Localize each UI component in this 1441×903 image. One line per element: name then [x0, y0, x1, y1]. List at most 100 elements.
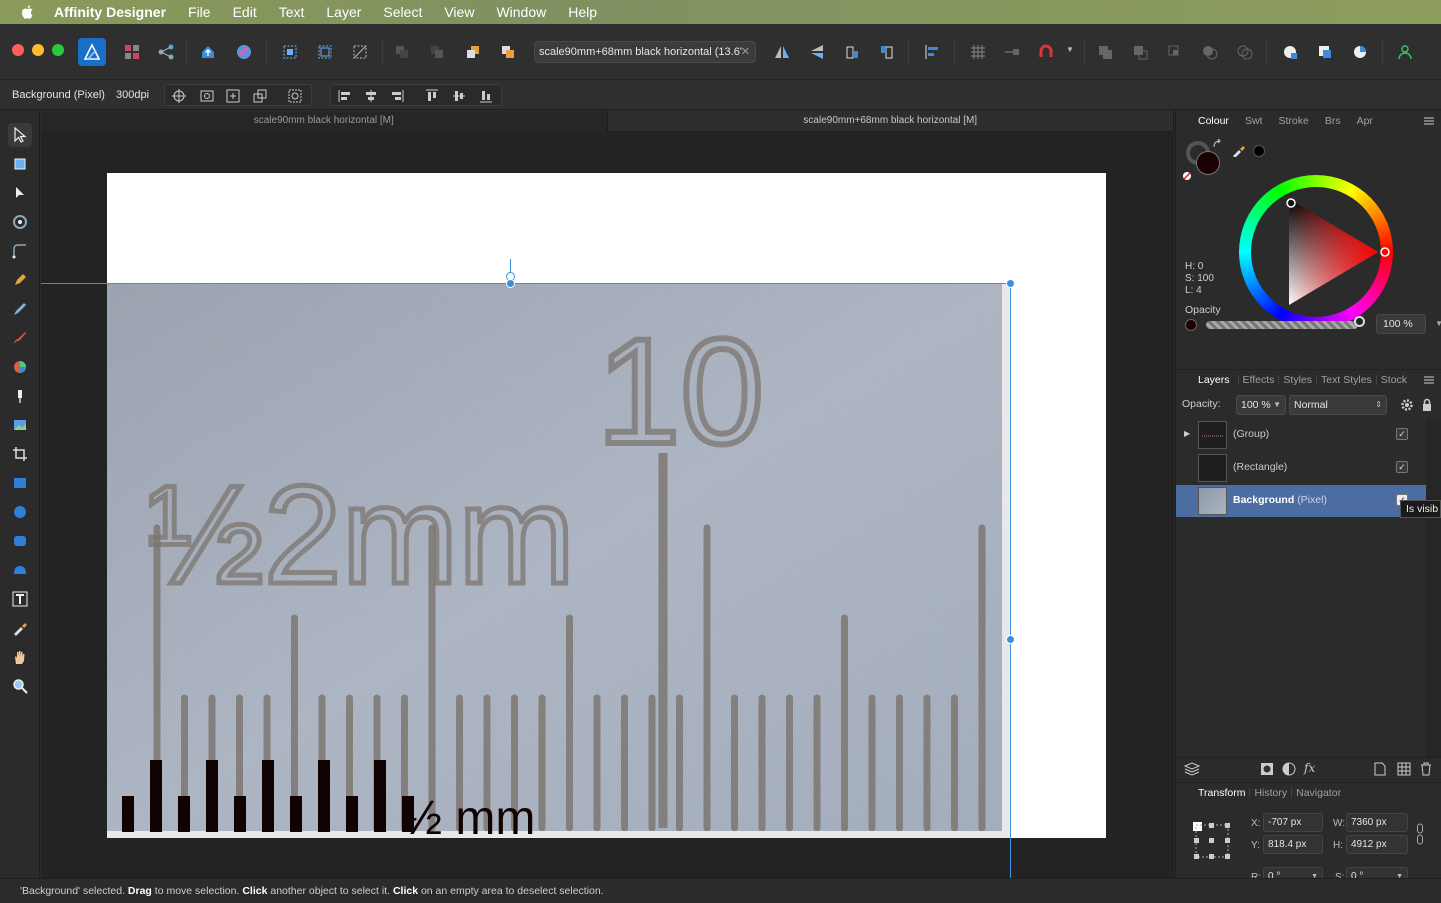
tab-effects[interactable]: Effects [1239, 374, 1279, 386]
tab-navigator[interactable]: Navigator [1292, 787, 1345, 799]
chevron-down-icon[interactable]: ▼ [1435, 315, 1441, 333]
show-bbox-icon[interactable] [199, 88, 215, 104]
align-bottom-icon[interactable] [478, 88, 494, 104]
snapping-toggle-icon[interactable] [966, 40, 990, 64]
y-field[interactable]: 818.4 px [1263, 835, 1323, 854]
fx-icon[interactable]: fx [1304, 761, 1315, 775]
boolean-intersect-icon[interactable] [1163, 40, 1187, 64]
move-front-icon[interactable] [496, 40, 520, 64]
opacity-slider-knob[interactable] [1354, 316, 1365, 327]
designer-persona-icon[interactable] [78, 38, 106, 66]
colour-triangle[interactable] [1239, 175, 1393, 329]
boolean-subtract-icon[interactable] [1128, 40, 1152, 64]
document-selector[interactable]: scale90mm+68mm black horizontal (13.6' ✕ [534, 41, 756, 63]
tab-transform[interactable]: Transform [1190, 787, 1249, 799]
boolean-xor-icon[interactable] [1198, 40, 1222, 64]
align-top-icon[interactable] [424, 88, 440, 104]
flip-horizontal-icon[interactable] [770, 40, 794, 64]
shape-tools-icon[interactable] [8, 558, 32, 582]
panel-menu-icon[interactable] [1424, 117, 1434, 125]
tab-brushes[interactable]: Brs [1317, 115, 1349, 127]
link-icon[interactable] [1416, 823, 1424, 845]
tab-document-1[interactable]: scale90mm black horizontal [M] [41, 111, 608, 131]
move-backward-icon[interactable] [425, 40, 449, 64]
insert-top-icon[interactable] [1348, 40, 1372, 64]
rotate-right-icon[interactable] [875, 40, 899, 64]
background-pixel-layer[interactable]: ½2mm 10 ½ mm [107, 283, 1010, 838]
insert-inside-icon[interactable] [1313, 40, 1337, 64]
menu-help[interactable]: Help [557, 4, 608, 20]
layer-visibility-checkbox[interactable]: ✓ [1396, 428, 1408, 440]
crosshair-icon[interactable] [171, 88, 187, 104]
pen-tool-icon[interactable] [8, 268, 32, 292]
color-picker-tool-icon[interactable] [8, 616, 32, 640]
opacity-slider[interactable] [1206, 321, 1358, 329]
panel-menu-icon[interactable] [1424, 376, 1434, 384]
tab-document-2[interactable]: scale90mm+68mm black horizontal [M] [607, 111, 1174, 131]
crop-tool-icon[interactable] [8, 442, 32, 466]
add-layer-icon[interactable] [1374, 762, 1386, 776]
h-field[interactable]: 4912 px [1346, 835, 1408, 854]
user-account-icon[interactable] [1393, 40, 1417, 64]
share-icon[interactable] [196, 40, 220, 64]
eyedropper-icon[interactable] [1232, 143, 1246, 157]
apple-icon[interactable] [20, 4, 36, 20]
menu-view[interactable]: View [433, 4, 485, 20]
point-transform-tool-icon[interactable] [8, 210, 32, 234]
opacity-field[interactable]: 100 % ▼ [1376, 314, 1441, 334]
vector-brush-tool-icon[interactable] [8, 326, 32, 350]
corner-tool-icon[interactable] [8, 239, 32, 263]
fit-icon[interactable] [287, 88, 303, 104]
transparency-tool-icon[interactable] [8, 384, 32, 408]
menu-app-name[interactable]: Affinity Designer [50, 4, 177, 20]
fill-tool-icon[interactable] [8, 355, 32, 379]
snapping-dropdown-icon[interactable]: ▼ [1066, 45, 1074, 54]
menu-edit[interactable]: Edit [222, 4, 268, 20]
rectangle-tool-icon[interactable] [8, 471, 32, 495]
blend-mode-select[interactable]: Normal ⇕ [1289, 395, 1387, 415]
x-field[interactable]: -707 px [1263, 813, 1323, 832]
align-left-icon[interactable] [337, 88, 353, 104]
menu-layer[interactable]: Layer [315, 4, 372, 20]
pencil-tool-icon[interactable] [8, 297, 32, 321]
close-document-icon[interactable]: ✕ [741, 42, 750, 62]
artboard-tool-icon[interactable] [8, 152, 32, 176]
layer-row-background[interactable]: Background (Pixel) ✓ [1176, 485, 1426, 517]
lock-icon[interactable] [1421, 398, 1433, 412]
layers-stack-icon[interactable] [1184, 762, 1200, 776]
resize-icon[interactable] [252, 88, 268, 104]
insert-behind-icon[interactable] [1278, 40, 1302, 64]
layer-row-group[interactable]: ▶ (Group) ✓ [1176, 419, 1426, 451]
snapping-grid-icon[interactable] [278, 40, 302, 64]
tab-stroke[interactable]: Stroke [1270, 115, 1316, 127]
expand-arrow-icon[interactable]: ▶ [1184, 429, 1190, 438]
mask-icon[interactable] [1260, 762, 1274, 776]
align-middle-icon[interactable] [451, 88, 467, 104]
boolean-add-icon[interactable] [1093, 40, 1117, 64]
layer-row-rectangle[interactable]: (Rectangle) ✓ [1176, 452, 1426, 484]
chevron-down-icon[interactable]: ▼ [1273, 396, 1281, 414]
tab-swatches[interactable]: Swt [1237, 115, 1271, 127]
export-persona-icon[interactable] [154, 40, 178, 64]
transform-origin-icon[interactable] [348, 40, 372, 64]
move-tool-icon[interactable] [8, 123, 32, 147]
snapping-magnet-icon[interactable] [1034, 40, 1058, 64]
zoom-tool-icon[interactable] [8, 674, 32, 698]
rotate-left-icon[interactable] [840, 40, 864, 64]
flip-vertical-icon[interactable] [805, 40, 829, 64]
menu-file[interactable]: File [177, 4, 222, 20]
menu-window[interactable]: Window [485, 4, 557, 20]
adjustment-icon[interactable] [1282, 762, 1296, 776]
right-center-handle[interactable] [1006, 635, 1015, 644]
trash-icon[interactable] [1420, 762, 1432, 776]
layers-scrollbar[interactable] [1426, 419, 1441, 757]
boolean-divide-icon[interactable] [1233, 40, 1257, 64]
anchor-point-selector[interactable] [1190, 819, 1234, 863]
ellipse-tool-icon[interactable] [8, 500, 32, 524]
add-pixel-layer-icon[interactable] [1397, 762, 1411, 776]
menu-select[interactable]: Select [372, 4, 433, 20]
rounded-rectangle-tool-icon[interactable] [8, 529, 32, 553]
layer-visibility-checkbox[interactable]: ✓ [1396, 461, 1408, 473]
minimize-window-button[interactable] [32, 44, 44, 56]
no-color-icon[interactable] [1182, 171, 1192, 181]
